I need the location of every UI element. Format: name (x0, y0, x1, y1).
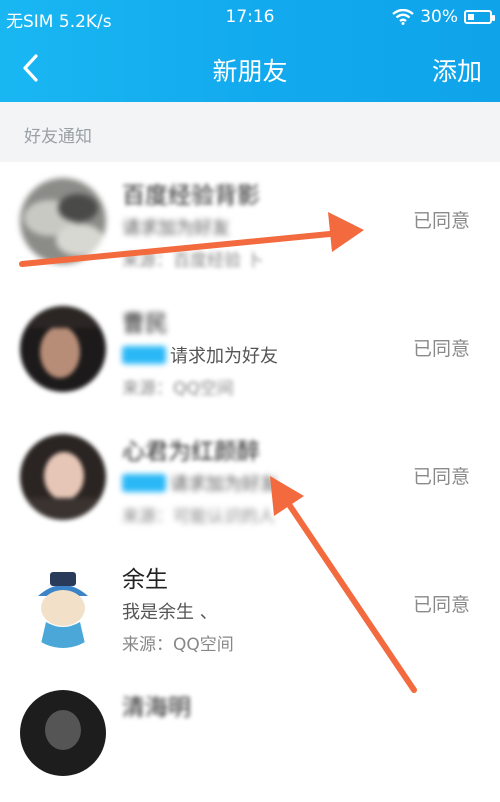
list-item[interactable]: 百度经验背影 请求加为好友 来源：百度经验 卜 已同意 (0, 162, 500, 290)
status-badge: 已同意 (412, 594, 470, 616)
request-source: 来源：QQ空间 (122, 379, 234, 399)
request-source: 来源：百度经验 卜 (122, 251, 264, 271)
battery-percent: 30% (420, 7, 458, 27)
request-source: 来源：QQ空间 (122, 635, 234, 655)
contact-name: 心君为红颜醉 (122, 439, 260, 465)
list-item[interactable]: 曹民 请求加为好友 来源：QQ空间 已同意 (0, 290, 500, 418)
request-message: 请求加为好友 (170, 474, 278, 495)
request-message: 请求加为好友 (122, 218, 230, 239)
status-right: 30% (392, 7, 495, 27)
list-item[interactable]: 清海明 (0, 674, 500, 802)
contact-name: 清海明 (122, 695, 191, 721)
section-header: 好友通知 (0, 102, 500, 162)
avatar[interactable] (20, 690, 106, 776)
request-message: 我是余生 、 (122, 602, 218, 623)
top-bar: 无SIM 5.2K/s 17:16 30% 新朋友 添加 (0, 0, 500, 102)
page-title: 新朋友 (212, 57, 288, 86)
gender-age-tag (122, 346, 166, 364)
avatar[interactable] (20, 178, 106, 264)
avatar[interactable] (20, 306, 106, 392)
nav-bar: 新朋友 添加 (0, 34, 500, 102)
list-item[interactable]: 余生 我是余生 、 来源：QQ空间 已同意 (0, 546, 500, 674)
request-line: 请求加为好友 (122, 342, 278, 368)
status-bar: 无SIM 5.2K/s 17:16 30% (0, 0, 500, 34)
battery-icon (464, 10, 495, 24)
avatar[interactable] (20, 434, 106, 520)
add-button[interactable]: 添加 (432, 52, 482, 88)
contact-name: 曹民 (122, 311, 168, 337)
contact-name: 余生 (122, 567, 168, 593)
status-badge: 已同意 (412, 338, 470, 360)
avatar[interactable] (20, 562, 106, 648)
list-item[interactable]: 心君为红颜醉 请求加为好友 来源：可能认识的人 已同意 (0, 418, 500, 546)
request-message: 请求加为好友 (170, 346, 278, 367)
contact-name: 百度经验背影 (122, 183, 260, 209)
wifi-icon (392, 9, 414, 25)
friend-request-list: 百度经验背影 请求加为好友 来源：百度经验 卜 已同意 曹民 请求加为好友 来源… (0, 162, 500, 802)
status-badge: 已同意 (412, 210, 470, 232)
gender-age-tag (122, 474, 166, 492)
status-badge: 已同意 (412, 466, 470, 488)
request-line: 请求加为好友 (122, 470, 278, 496)
request-source: 来源：可能认识的人 (122, 507, 275, 527)
